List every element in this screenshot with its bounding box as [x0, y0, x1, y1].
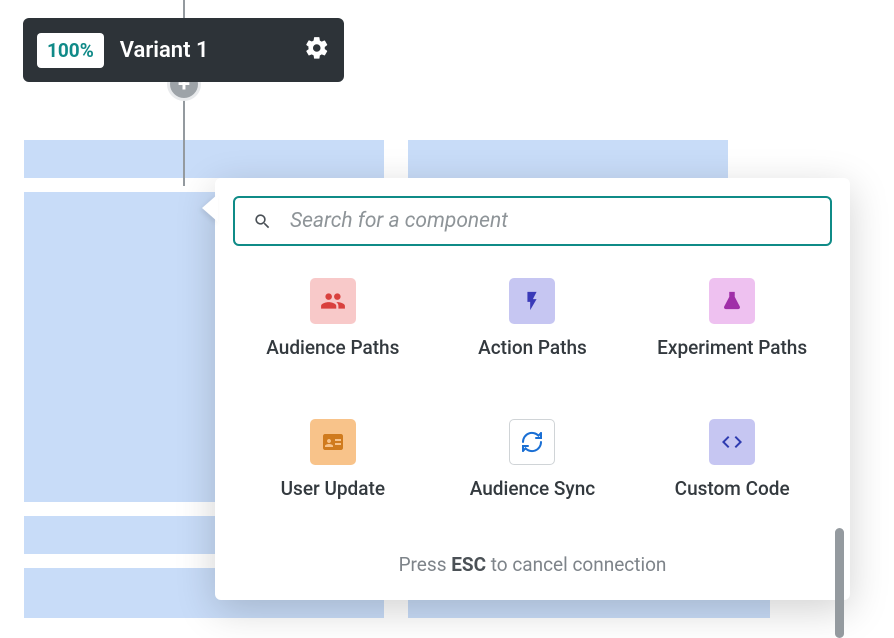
component-label: Custom Code	[675, 477, 790, 500]
search-field-wrap[interactable]	[233, 196, 832, 246]
footer-suffix: to cancel connection	[486, 553, 666, 576]
flask-icon	[709, 278, 755, 324]
panel-pointer	[202, 194, 218, 222]
component-action-paths[interactable]: Action Paths	[433, 278, 633, 395]
variant-card[interactable]: 100% Variant 1	[23, 18, 344, 82]
component-label: Action Paths	[478, 336, 587, 359]
sync-icon	[509, 419, 555, 465]
search-input[interactable]	[290, 209, 812, 233]
component-audience-sync[interactable]: Audience Sync	[433, 419, 633, 536]
component-experiment-paths[interactable]: Experiment Paths	[632, 278, 832, 395]
footer-key: ESC	[451, 553, 486, 576]
component-label: Audience Paths	[266, 336, 399, 359]
id-card-icon	[310, 419, 356, 465]
bg-placeholder	[408, 140, 728, 178]
footer-prefix: Press	[399, 553, 452, 576]
component-audience-paths[interactable]: Audience Paths	[233, 278, 433, 395]
footer-hint: Press ESC to cancel connection	[233, 535, 832, 600]
users-icon	[310, 278, 356, 324]
gear-icon[interactable]	[304, 35, 330, 65]
variant-label: Variant 1	[120, 38, 288, 63]
code-icon	[709, 419, 755, 465]
component-label: User Update	[281, 477, 385, 500]
scrollbar-thumb[interactable]	[835, 528, 844, 638]
search-icon	[253, 212, 272, 231]
component-custom-code[interactable]: Custom Code	[632, 419, 832, 536]
component-label: Audience Sync	[470, 477, 596, 500]
variant-percent-badge: 100%	[37, 33, 104, 68]
bolt-icon	[509, 278, 555, 324]
component-user-update[interactable]: User Update	[233, 419, 433, 536]
component-label: Experiment Paths	[657, 336, 807, 359]
component-grid: Audience Paths Action Paths Experiment P…	[233, 278, 832, 535]
component-picker-panel: Audience Paths Action Paths Experiment P…	[215, 178, 850, 600]
bg-placeholder	[24, 140, 384, 178]
